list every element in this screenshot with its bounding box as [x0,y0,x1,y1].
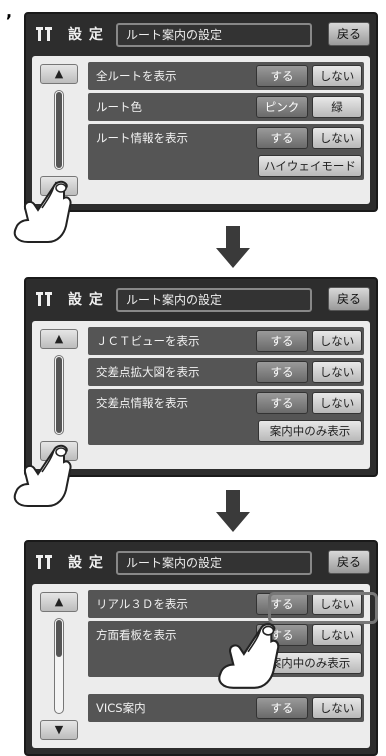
down-arrow-icon [216,226,250,268]
pointing-hand-icon [13,444,72,507]
settings-screen-1: 設 定 ルート案内の設定 戻る ▲ ▼ 全ルートを表示 する しない ルート色 … [24,12,378,212]
settings-label: 設 定 [68,555,104,571]
settings-label: 設 定 [68,27,104,43]
setting-row: 全ルートを表示 する しない [88,62,364,90]
up-arrow-icon: ▲ [54,595,64,608]
off-button[interactable]: しない [312,330,362,352]
on-button[interactable]: する [256,65,308,87]
on-button[interactable]: する [256,697,308,719]
settings-label: 設 定 [68,292,104,308]
off-button[interactable]: しない [312,127,362,149]
setting-row: 交差点情報を表示 する しない 案内中のみ表示 [88,389,364,445]
setting-row: 交差点拡大図を表示 する しない [88,358,364,386]
breadcrumb: ルート案内の設定 [116,288,312,312]
down-arrow-icon: ▼ [54,723,64,736]
off-button[interactable]: しない [312,65,362,87]
setting-label: ＪＣＴビューを表示 [96,334,200,348]
off-button[interactable]: しない [312,392,362,414]
off-button[interactable]: しない [312,361,362,383]
tool-icon [34,553,64,573]
scroll-track[interactable] [54,90,64,170]
off-button[interactable]: しない [312,624,362,646]
setting-row: VICS案内 する しない [88,694,364,722]
scroll-down-button[interactable]: ▼ [40,720,78,740]
header: 設 定 ルート案内の設定 戻る [32,548,370,578]
setting-label: ルート情報を表示 [96,131,188,145]
setting-label: リアル３Ｄを表示 [96,597,188,611]
pointing-hand-icon [13,180,72,243]
scroll-track[interactable] [54,355,64,435]
tool-icon [34,25,64,45]
pink-button[interactable]: ピンク [256,96,308,118]
back-button[interactable]: 戻る [328,550,370,574]
header: 設 定 ルート案内の設定 戻る [32,285,370,315]
setting-row: ＪＣＴビューを表示 する しない [88,327,364,355]
setting-row: ルート色 ピンク 緑 [88,93,364,121]
scroll-thumb[interactable] [56,620,62,657]
settings-screen-3: 設 定 ルート案内の設定 戻る ▲ ▼ リアル３Ｄを表示 する しない 方面看板… [24,540,378,756]
setting-label: 交差点情報を表示 [96,396,188,410]
highway-mode-button[interactable]: ハイウェイモード [258,155,362,177]
setting-label: 全ルートを表示 [96,69,177,83]
breadcrumb: ルート案内の設定 [116,551,312,575]
scroll-up-button[interactable]: ▲ [40,329,78,349]
setting-label: VICS案内 [96,701,146,715]
setting-label: 交差点拡大図を表示 [96,365,200,379]
green-button[interactable]: 緑 [312,96,362,118]
header: 設 定 ルート案内の設定 戻る [32,20,370,50]
scroll-up-button[interactable]: ▲ [40,64,78,84]
on-button[interactable]: する [256,392,308,414]
on-button[interactable]: する [256,127,308,149]
corner-mark: , [6,2,13,21]
up-arrow-icon: ▲ [54,332,64,345]
breadcrumb: ルート案内の設定 [116,23,312,47]
down-arrow-icon [216,490,250,532]
scroll-thumb[interactable] [56,357,62,433]
setting-label: 方面看板を表示 [96,628,177,642]
on-button[interactable]: する [256,330,308,352]
off-button[interactable]: しない [312,697,362,719]
settings-panel: ▲ ▼ ＪＣＴビューを表示 する しない 交差点拡大図を表示 する しない 交差… [32,321,370,469]
scroll-thumb[interactable] [56,92,62,168]
back-button[interactable]: 戻る [328,287,370,311]
setting-row: ルート情報を表示 する しない ハイウェイモード [88,124,364,180]
up-arrow-icon: ▲ [54,67,64,80]
on-button[interactable]: する [256,361,308,383]
settings-panel: ▲ ▼ 全ルートを表示 する しない ルート色 ピンク 緑 ルート情報を表示 す… [32,56,370,204]
scroll-up-button[interactable]: ▲ [40,592,78,612]
back-button[interactable]: 戻る [328,22,370,46]
pointing-hand-icon [218,623,280,689]
scroll-track[interactable] [54,618,64,714]
settings-screen-2: 設 定 ルート案内の設定 戻る ▲ ▼ ＪＣＴビューを表示 する しない 交差点… [24,277,378,477]
tool-icon [34,290,64,310]
setting-label: ルート色 [96,100,142,114]
guidance-only-button[interactable]: 案内中のみ表示 [258,420,362,442]
